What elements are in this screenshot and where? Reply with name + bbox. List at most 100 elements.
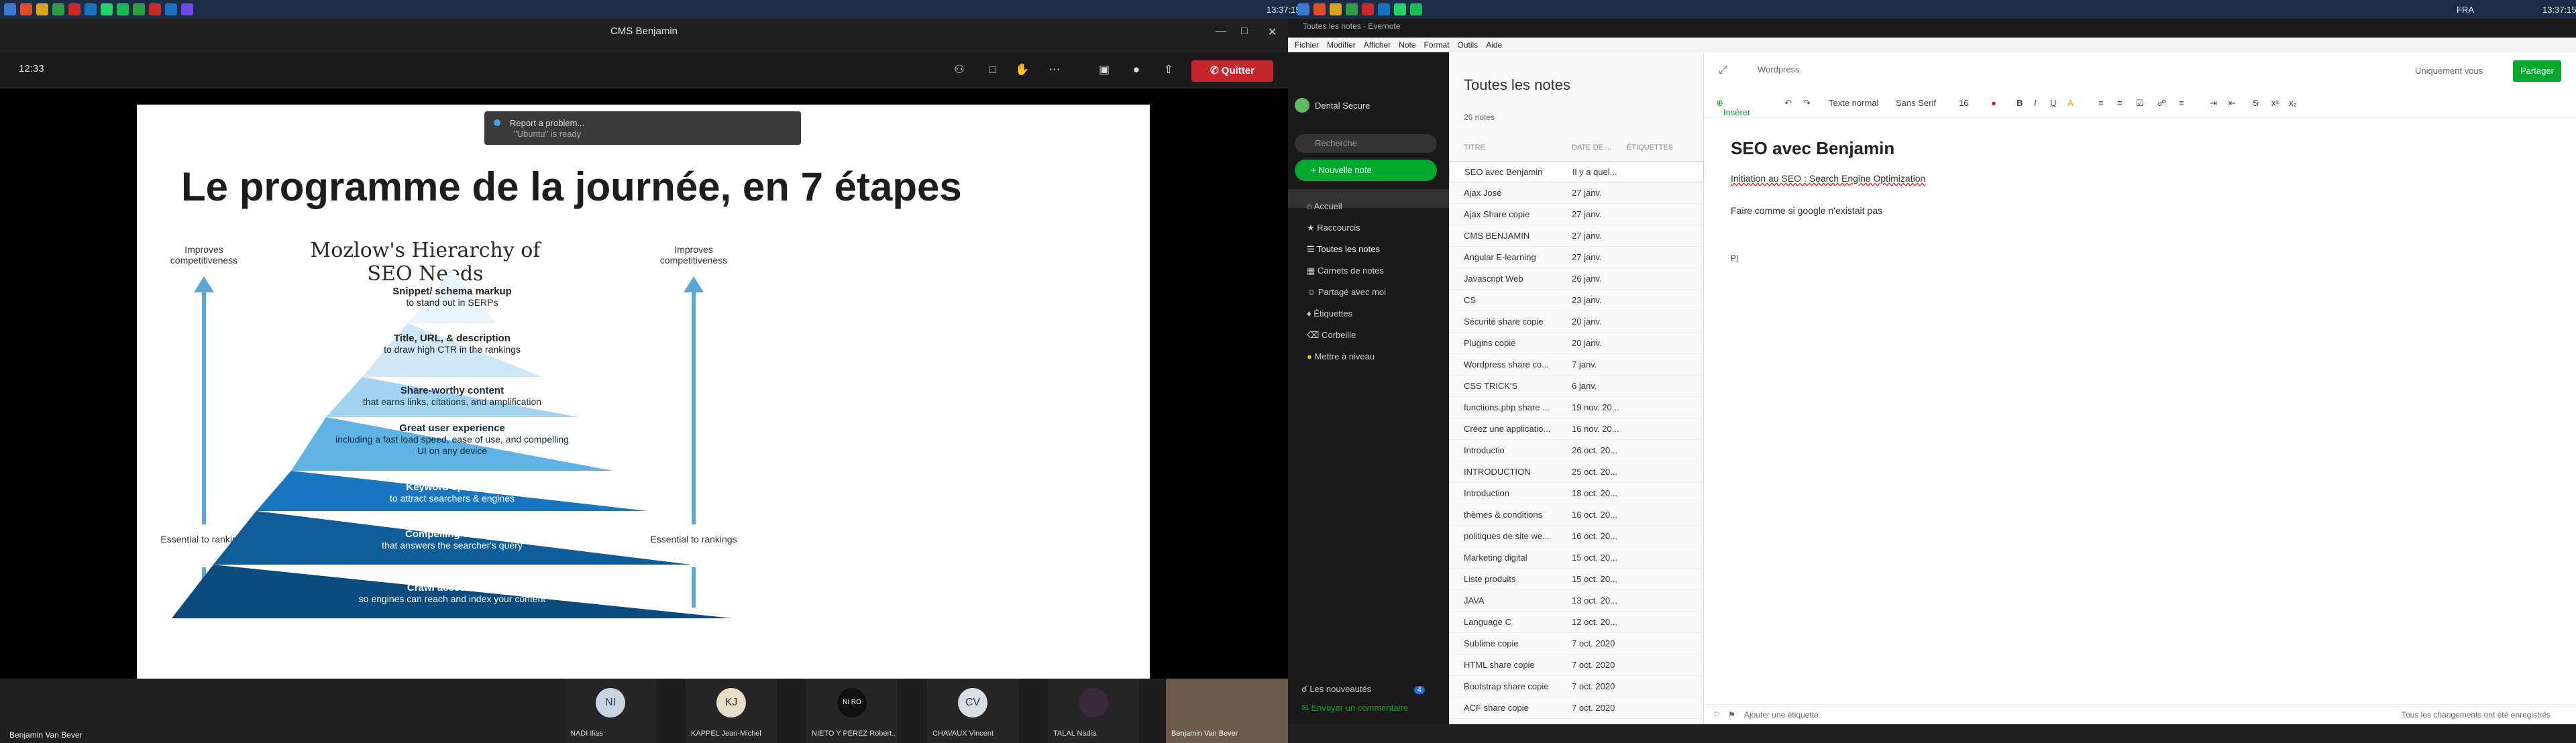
self-video[interactable]: Benjamin Van Bever <box>1166 679 1288 743</box>
sidebar-item-all-notes[interactable]: ☰ Toutes les notes <box>1307 244 1380 255</box>
note-row[interactable]: CSS TRICK'S 6 janv. <box>1449 376 1704 397</box>
note-line[interactable]: Faire comme si google n'existait pas <box>1731 205 1882 216</box>
tag-icon[interactable]: ⚑ <box>1728 710 1735 720</box>
participant-tile[interactable]: NI RO NIETO Y PEREZ Robert... <box>806 679 898 743</box>
note-title[interactable]: SEO avec Benjamin <box>1731 138 1894 159</box>
note-row[interactable]: JAVA 13 oct. 20... <box>1449 590 1704 612</box>
menu-item[interactable]: Modifier <box>1327 38 1356 52</box>
note-line[interactable]: Initiation au SEO : Search Engine Optimi… <box>1731 173 1925 184</box>
color-icon[interactable]: ● <box>1991 98 1996 108</box>
sidebar-item-home[interactable]: ⌂ Accueil <box>1307 201 1342 211</box>
note-row[interactable]: Liste produits 15 oct. 20... <box>1449 569 1704 590</box>
col-date[interactable]: DATE DE ... <box>1572 144 1611 152</box>
chat-icon[interactable]: □ <box>985 62 1001 78</box>
participant-tile[interactable]: TALAL Nadia <box>1048 679 1139 743</box>
menu-item[interactable]: Aide <box>1486 38 1502 52</box>
app-icon[interactable] <box>117 3 129 15</box>
app-icon[interactable] <box>1313 3 1326 15</box>
menu-item[interactable]: Note <box>1399 38 1415 52</box>
folder-icon[interactable] <box>1330 3 1342 15</box>
note-row[interactable]: INTRODUCTION 25 oct. 20... <box>1449 461 1704 483</box>
app-icon[interactable] <box>1362 3 1374 15</box>
whatsapp-icon[interactable] <box>1394 3 1406 15</box>
sidebar-item-shared[interactable]: ☺ Partagé avec moi <box>1307 287 1386 297</box>
bell-icon[interactable]: ⚐ <box>1713 710 1721 720</box>
checklist-icon[interactable]: ☑ <box>2136 98 2144 109</box>
note-row[interactable]: thèmes & conditions 16 oct. 20... <box>1449 504 1704 526</box>
app-icon[interactable] <box>1346 3 1358 15</box>
note-row[interactable]: CMS BENJAMIN 27 janv. <box>1449 225 1704 247</box>
note-row[interactable]: Créez une applicatio... 16 nov. 20... <box>1449 418 1704 440</box>
taskbar-left-icons[interactable] <box>4 3 193 15</box>
account-name[interactable]: Dental Secure <box>1315 101 1370 111</box>
note-row[interactable]: Sublime copie 7 oct. 2020 <box>1449 633 1704 654</box>
participant-tile[interactable]: KJ KAPPEL Jean-Michel <box>686 679 777 743</box>
camera-icon[interactable]: ▣ <box>1096 62 1112 78</box>
notification-toast[interactable]: Report a problem... "Ubuntu" is ready <box>484 111 801 145</box>
app-icon[interactable] <box>181 3 193 15</box>
note-row[interactable]: Javascript Web 26 janv. <box>1449 268 1704 290</box>
participant-tile[interactable]: CV CHAVAUX Vincent <box>927 679 1018 743</box>
share-button[interactable]: Partager <box>2513 60 2561 82</box>
sidebar-item-notebooks[interactable]: ▦ Carnets de notes <box>1307 266 1384 276</box>
font-select[interactable]: Sans Serif <box>1896 98 1936 108</box>
sidebar-item-trash[interactable]: ⌫ Corbeille <box>1307 330 1356 341</box>
news-link[interactable]: ☌ Les nouveautés 4 <box>1301 684 1425 695</box>
note-row[interactable]: Ajax Share copie 27 janv. <box>1449 204 1704 225</box>
link-icon[interactable]: ☍ <box>2157 98 2166 109</box>
maximize-icon[interactable]: □ <box>1241 25 1248 38</box>
expand-icon[interactable]: ⤢ <box>1719 64 1727 76</box>
menu-item[interactable]: Fichier <box>1295 38 1319 52</box>
note-row[interactable]: Wordpress share co... 7 janv. <box>1449 354 1704 376</box>
share-screen-icon[interactable]: ⇧ <box>1161 62 1177 78</box>
italic-icon[interactable]: I <box>2034 98 2037 108</box>
participants-icon[interactable]: ⚇ <box>951 62 967 78</box>
note-row[interactable]: Plugins copie 20 janv. <box>1449 333 1704 354</box>
note-row[interactable]: Marketing digital 15 oct. 20... <box>1449 547 1704 569</box>
note-row[interactable]: Bootstrap share copie 7 oct. 2020 <box>1449 676 1704 697</box>
note-line[interactable]: P| <box>1731 253 1738 263</box>
note-row[interactable]: ACF share copie 7 oct. 2020 <box>1449 697 1704 719</box>
sidebar-item-tags[interactable]: ♦ Étiquettes <box>1307 308 1352 319</box>
subscript-icon[interactable]: x₂ <box>2289 98 2297 108</box>
col-title[interactable]: TITRE <box>1464 144 1485 152</box>
search-input[interactable]: Recherche <box>1295 134 1437 153</box>
menu-item[interactable]: Outils <box>1458 38 1479 52</box>
raise-hand-icon[interactable]: ✋ <box>1014 62 1030 78</box>
menu-item[interactable]: Afficher <box>1364 38 1391 52</box>
minimize-icon[interactable]: — <box>1216 25 1226 38</box>
feedback-link[interactable]: ✉ Envoyer un commentaire <box>1301 703 1408 713</box>
app-icon[interactable] <box>52 3 64 15</box>
outdent-icon[interactable]: ⇤ <box>2229 98 2236 109</box>
note-row[interactable]: SEO avec Benjamin Il y a quel... <box>1449 161 1704 182</box>
new-note-button[interactable]: + Nouvelle note <box>1295 160 1437 181</box>
app-icon[interactable] <box>1297 3 1309 15</box>
superscript-icon[interactable]: x² <box>2271 98 2279 108</box>
note-row[interactable]: CS 23 janv. <box>1449 290 1704 311</box>
app-icon[interactable] <box>1378 3 1390 15</box>
avatar[interactable] <box>1295 98 1309 113</box>
add-tag-input[interactable]: Ajouter une étiquette <box>1744 710 1819 720</box>
size-select[interactable]: 16 <box>1959 98 1968 108</box>
note-row[interactable]: Introductio 26 oct. 20... <box>1449 440 1704 461</box>
indent-icon[interactable]: ⇥ <box>2210 98 2217 109</box>
close-icon[interactable]: ✕ <box>1268 25 1277 39</box>
strikethrough-icon[interactable]: S <box>2253 98 2259 108</box>
insert-button[interactable]: ⊕ Insérer <box>1716 98 1750 117</box>
note-row[interactable]: Language C 12 oct. 20... <box>1449 612 1704 633</box>
folder-icon[interactable] <box>36 3 48 15</box>
app-icon[interactable] <box>85 3 97 15</box>
note-row[interactable]: Angular E-learning 27 janv. <box>1449 247 1704 268</box>
note-row[interactable]: Ajax José 27 janv. <box>1449 182 1704 204</box>
more-icon[interactable]: ⋯ <box>1046 62 1063 78</box>
menu-item[interactable]: Format <box>1424 38 1450 52</box>
style-select[interactable]: Texte normal <box>1829 98 1878 108</box>
underline-icon[interactable]: U <box>2050 98 2056 108</box>
lang-indicator[interactable]: FRA <box>2457 5 2474 15</box>
quit-button[interactable]: ✆ Quitter <box>1191 60 1273 82</box>
highlight-icon[interactable]: A <box>2068 98 2074 108</box>
undo-icon[interactable]: ↶ <box>1784 98 1792 109</box>
bold-icon[interactable]: B <box>2017 98 2023 108</box>
col-tags[interactable]: ÉTIQUETTES <box>1627 144 1673 152</box>
sidebar-item-shortcuts[interactable]: ★ Raccourcis <box>1307 223 1360 233</box>
